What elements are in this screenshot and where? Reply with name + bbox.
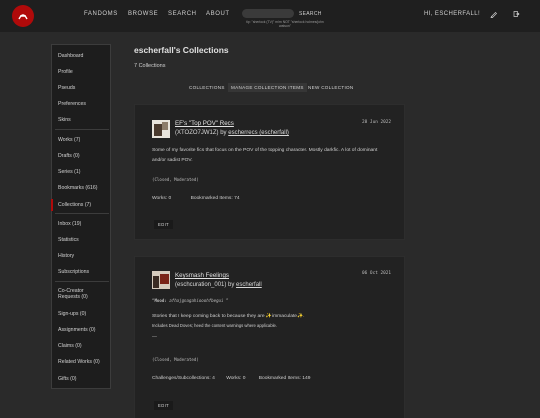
sidebar-item-gifts[interactable]: Gifts (0) — [58, 376, 76, 382]
stat-value: 0 — [168, 196, 172, 201]
collection-id-line: (XTOZO7JW1Z) by escherrecs (escherfall) — [175, 130, 289, 136]
sidebar-item-claims[interactable]: Claims (0) — [58, 343, 82, 349]
collection-title-link[interactable]: Keysmash Feelings — [175, 272, 229, 279]
sidebar-item-skins[interactable]: Skins — [58, 117, 71, 123]
edit-button[interactable]: EDIT — [154, 401, 174, 410]
sidebar-item-drafts[interactable]: Drafts (0) — [58, 153, 80, 159]
collection-owner-link[interactable]: escherrecs (escherfall) — [228, 130, 289, 136]
collection-date: 06 Oct 2021 — [362, 271, 392, 276]
stat-label: Bookmarked Items: — [258, 376, 301, 381]
collection-status: (Closed, Moderated) — [152, 177, 199, 182]
search-input[interactable] — [242, 9, 294, 18]
subnav-new-collection[interactable]: NEW COLLECTION — [305, 83, 357, 92]
pen-icon[interactable] — [490, 10, 498, 18]
mood-value: afhajgnagahiooohfbegui — [169, 298, 224, 303]
sidebar-item-co-creator-requests[interactable]: Co-Creator Requests (0) — [58, 288, 106, 300]
collection-id-line: (eschcuration_001) by escherfall — [175, 282, 262, 288]
page-title: escherfall's Collections — [134, 45, 229, 55]
stat-value: 74 — [234, 196, 240, 201]
sidebar-item-bookmarks[interactable]: Bookmarks (616) — [58, 185, 98, 191]
collection-title-link[interactable]: EF's "Top POV" Recs — [175, 120, 234, 127]
active-indicator — [51, 199, 53, 211]
sidebar-item-assignments[interactable]: Assignments (0) — [58, 327, 95, 333]
subnav-manage-collection-items[interactable]: MANAGE COLLECTION ITEMS — [228, 83, 307, 92]
collection-description: Stories that I keep coming back to becau… — [152, 314, 305, 319]
collection-status: (Closed, Moderated) — [152, 357, 199, 362]
sidebar-divider — [55, 213, 109, 214]
sidebar-item-inbox[interactable]: Inbox (19) — [58, 221, 81, 227]
nav-about[interactable]: ABOUT — [206, 11, 230, 17]
nav-search[interactable]: SEARCH — [168, 11, 197, 17]
top-header: FANDOMS BROWSE SEARCH ABOUT SEARCH tip: … — [0, 0, 540, 32]
sidebar-item-preferences[interactable]: Preferences — [58, 101, 86, 107]
stat-value: 149 — [302, 376, 311, 381]
search-tip: tip: "sherlock (TV)" m/m NOT "sherlock h… — [246, 20, 324, 28]
subnav-collections[interactable]: COLLECTIONS — [186, 83, 228, 92]
sidebar-item-pseuds[interactable]: Pseuds — [58, 85, 75, 91]
collection-count: 7 Collections — [134, 63, 166, 69]
sidebar-item-subscriptions[interactable]: Subscriptions — [58, 269, 89, 275]
collection-id: (eschcuration_001) by — [175, 282, 237, 288]
sidebar-divider — [55, 129, 109, 130]
sidebar-item-collections[interactable]: Collections (7) — [58, 202, 91, 208]
divider-dash: — — [152, 335, 157, 340]
stat-label: Works: — [152, 196, 168, 201]
sidebar-divider — [55, 281, 109, 282]
stat-label: Challenges/Subcollections: — [152, 376, 211, 381]
stat-value: 0 — [242, 376, 246, 381]
sidebar-item-sign-ups[interactable]: Sign-ups (0) — [58, 311, 86, 317]
collection-owner-link[interactable]: escherfall — [236, 282, 262, 288]
collection-title[interactable]: EF's "Top POV" Recs — [175, 120, 234, 127]
search-button[interactable]: SEARCH — [299, 11, 322, 17]
sidebar-item-works[interactable]: Works (7) — [58, 137, 80, 143]
stat-label: Works: — [226, 376, 242, 381]
collection-stats: Challenges/Subcollections: 4 Works: 0 Bo… — [152, 376, 310, 381]
collection-date: 28 Jun 2022 — [362, 120, 392, 125]
mood-label: Mood: — [154, 298, 167, 303]
collection-description: Some of my favorite fics that focus on t… — [152, 148, 378, 163]
collection-title[interactable]: Keysmash Feelings — [175, 272, 229, 279]
collection-stats: Works: 0 Bookmarked Items: 74 — [152, 196, 240, 201]
sidebar-item-profile[interactable]: Profile — [58, 69, 73, 75]
collection-thumbnail-icon[interactable] — [152, 120, 170, 138]
collection-note: Includes Dead Doves; heed the content wa… — [152, 323, 278, 328]
nav-browse[interactable]: BROWSE — [128, 11, 158, 17]
sidebar-item-statistics[interactable]: Statistics — [58, 237, 79, 243]
collection-card: EF's "Top POV" Recs (XTOZO7JW1Z) by esch… — [134, 104, 405, 240]
logout-icon[interactable] — [512, 10, 520, 18]
sidebar-item-history[interactable]: History — [58, 253, 74, 259]
user-greeting[interactable]: HI, ESCHERFALL! — [424, 11, 480, 17]
dashboard-sidebar: Dashboard Profile Pseuds Preferences Ski… — [51, 44, 111, 389]
sidebar-item-series[interactable]: Series (1) — [58, 169, 81, 175]
collection-mood: “Mood: afhajgnagahiooohfbegui ” — [152, 298, 229, 303]
sidebar-item-dashboard[interactable]: Dashboard — [58, 53, 83, 59]
ao3-logo-icon[interactable] — [12, 5, 34, 27]
nav-fandoms[interactable]: FANDOMS — [84, 11, 118, 17]
edit-button[interactable]: EDIT — [154, 220, 174, 229]
stat-value: 4 — [212, 376, 215, 381]
stat-label: Bookmarked Items: — [190, 196, 233, 201]
collection-card: Keysmash Feelings (eschcuration_001) by … — [134, 256, 405, 418]
sidebar-item-related-works[interactable]: Related Works (0) — [58, 359, 100, 365]
collection-thumbnail-icon[interactable] — [152, 271, 170, 289]
collection-id: (XTOZO7JW1Z) by — [175, 130, 229, 136]
